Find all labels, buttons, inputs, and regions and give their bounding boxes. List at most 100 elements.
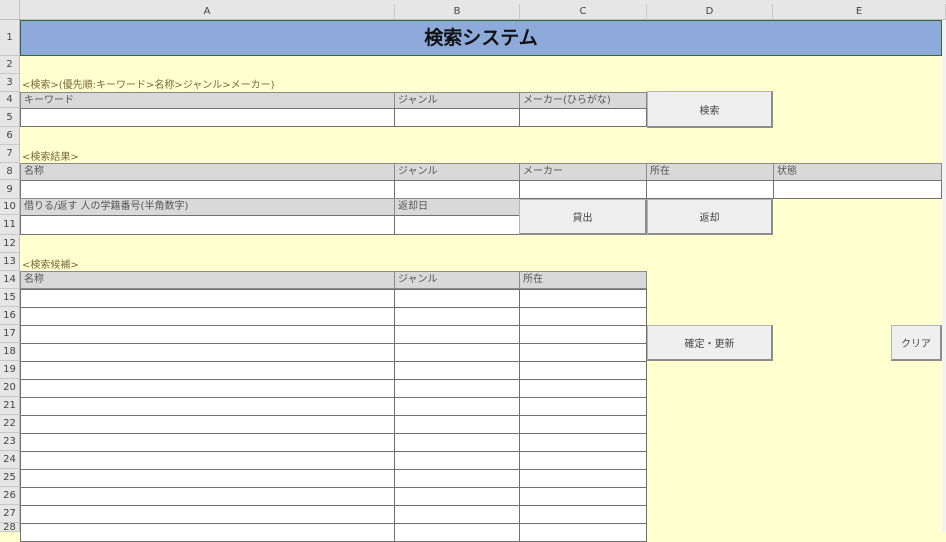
candidate-location-cell[interactable] bbox=[519, 451, 647, 470]
result-maker-label: メーカー bbox=[519, 163, 647, 181]
candidate-name-cell[interactable] bbox=[20, 433, 395, 452]
candidate-name-cell[interactable] bbox=[20, 343, 395, 362]
lend-button[interactable]: 貸出 bbox=[519, 199, 647, 235]
candidate-location-cell[interactable] bbox=[519, 505, 647, 524]
row-header[interactable]: 21 bbox=[0, 397, 20, 415]
result-maker-value[interactable] bbox=[519, 180, 647, 199]
candidate-genre-cell[interactable] bbox=[394, 433, 520, 452]
candidate-location-cell[interactable] bbox=[519, 469, 647, 488]
row-header[interactable]: 2 bbox=[0, 56, 20, 74]
column-header-a[interactable]: A bbox=[20, 4, 395, 20]
candidates-location-label: 所在 bbox=[519, 271, 647, 289]
page-title[interactable]: 検索システム bbox=[20, 20, 942, 56]
candidate-name-cell[interactable] bbox=[20, 451, 395, 470]
candidate-genre-cell[interactable] bbox=[394, 487, 520, 506]
candidate-genre-cell[interactable] bbox=[394, 505, 520, 524]
row-header[interactable]: 19 bbox=[0, 361, 20, 379]
candidate-location-cell[interactable] bbox=[519, 379, 647, 398]
candidate-name-cell[interactable] bbox=[20, 379, 395, 398]
row-header[interactable]: 22 bbox=[0, 415, 20, 433]
candidate-name-cell[interactable] bbox=[20, 523, 395, 542]
row-header[interactable]: 20 bbox=[0, 379, 20, 397]
result-status-value[interactable] bbox=[773, 180, 942, 199]
row-header[interactable]: 27 bbox=[0, 505, 20, 523]
candidates-genre-label: ジャンル bbox=[394, 271, 520, 289]
candidate-name-cell[interactable] bbox=[20, 289, 395, 308]
row-header[interactable]: 24 bbox=[0, 451, 20, 469]
candidate-name-cell[interactable] bbox=[20, 487, 395, 506]
row-header[interactable]: 7 bbox=[0, 145, 20, 163]
row-header[interactable]: 6 bbox=[0, 127, 20, 145]
row-header[interactable]: 13 bbox=[0, 253, 20, 271]
candidate-genre-cell[interactable] bbox=[394, 397, 520, 416]
row-header[interactable]: 26 bbox=[0, 487, 20, 505]
row-header[interactable]: 23 bbox=[0, 433, 20, 451]
candidate-genre-cell[interactable] bbox=[394, 415, 520, 434]
candidate-name-cell[interactable] bbox=[20, 325, 395, 344]
row-header[interactable]: 1 bbox=[0, 20, 20, 56]
candidate-location-cell[interactable] bbox=[519, 289, 647, 308]
candidate-genre-cell[interactable] bbox=[394, 379, 520, 398]
candidate-genre-cell[interactable] bbox=[394, 289, 520, 308]
candidate-genre-cell[interactable] bbox=[394, 523, 520, 542]
return-date-input[interactable] bbox=[394, 215, 520, 235]
result-name-value[interactable] bbox=[20, 180, 395, 199]
candidate-location-cell[interactable] bbox=[519, 415, 647, 434]
column-header-e[interactable]: E bbox=[773, 4, 946, 20]
result-location-label: 所在 bbox=[646, 163, 774, 181]
result-location-value[interactable] bbox=[646, 180, 774, 199]
borrower-id-input[interactable] bbox=[20, 215, 395, 235]
candidate-location-cell[interactable] bbox=[519, 433, 647, 452]
return-button[interactable]: 返却 bbox=[647, 199, 773, 235]
candidate-name-cell[interactable] bbox=[20, 397, 395, 416]
clear-button[interactable]: クリア bbox=[891, 325, 942, 361]
candidate-genre-cell[interactable] bbox=[394, 307, 520, 326]
row-header[interactable]: 5 bbox=[0, 108, 20, 127]
search-section-label: <検索>(優先順:キーワード>名称>ジャンル>メーカー) bbox=[22, 80, 275, 91]
select-all-corner[interactable] bbox=[0, 0, 20, 20]
candidate-genre-cell[interactable] bbox=[394, 325, 520, 344]
row-header[interactable]: 18 bbox=[0, 343, 20, 361]
candidate-location-cell[interactable] bbox=[519, 523, 647, 542]
row-header[interactable]: 10 bbox=[0, 199, 20, 215]
candidate-location-cell[interactable] bbox=[519, 361, 647, 380]
header-strip bbox=[20, 0, 946, 4]
row-header[interactable]: 3 bbox=[0, 74, 20, 92]
search-maker-label: メーカー(ひらがな) bbox=[519, 92, 647, 109]
candidate-location-cell[interactable] bbox=[519, 325, 647, 344]
candidate-genre-cell[interactable] bbox=[394, 343, 520, 362]
candidate-name-cell[interactable] bbox=[20, 415, 395, 434]
candidate-location-cell[interactable] bbox=[519, 307, 647, 326]
candidate-location-cell[interactable] bbox=[519, 343, 647, 362]
row-header[interactable]: 9 bbox=[0, 180, 20, 199]
candidate-genre-cell[interactable] bbox=[394, 469, 520, 488]
column-header-c[interactable]: C bbox=[520, 4, 647, 20]
candidate-genre-cell[interactable] bbox=[394, 451, 520, 470]
row-header[interactable]: 15 bbox=[0, 289, 20, 307]
column-header-b[interactable]: B bbox=[395, 4, 520, 20]
candidate-name-cell[interactable] bbox=[20, 307, 395, 326]
search-button[interactable]: 検索 bbox=[647, 91, 773, 128]
candidate-name-cell[interactable] bbox=[20, 505, 395, 524]
candidate-name-cell[interactable] bbox=[20, 469, 395, 488]
row-header[interactable]: 25 bbox=[0, 469, 20, 487]
search-maker-input[interactable] bbox=[519, 108, 647, 127]
candidate-location-cell[interactable] bbox=[519, 397, 647, 416]
confirm-update-button[interactable]: 確定・更新 bbox=[647, 325, 773, 361]
candidate-location-cell[interactable] bbox=[519, 487, 647, 506]
row-header[interactable]: 11 bbox=[0, 215, 20, 235]
row-header[interactable]: 12 bbox=[0, 235, 20, 253]
column-header-d[interactable]: D bbox=[647, 4, 773, 20]
candidate-name-cell[interactable] bbox=[20, 361, 395, 380]
row-header[interactable]: 16 bbox=[0, 307, 20, 325]
result-genre-value[interactable] bbox=[394, 180, 520, 199]
row-header[interactable]: 8 bbox=[0, 163, 20, 180]
search-genre-input[interactable] bbox=[394, 108, 520, 127]
row-header[interactable]: 14 bbox=[0, 271, 20, 289]
row-header[interactable]: 4 bbox=[0, 92, 20, 108]
keyword-input[interactable] bbox=[20, 108, 395, 127]
row-header[interactable]: 17 bbox=[0, 325, 20, 343]
candidate-genre-cell[interactable] bbox=[394, 361, 520, 380]
keyword-label: キーワード bbox=[20, 92, 395, 109]
row-header[interactable]: 28 bbox=[0, 523, 20, 533]
